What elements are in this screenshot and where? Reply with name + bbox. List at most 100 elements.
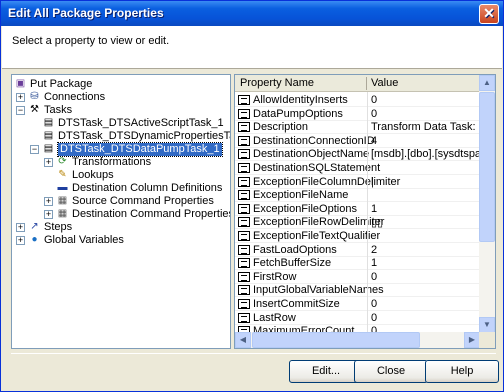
property-row[interactable]: DestinationConnectionID 4	[235, 134, 480, 148]
property-row[interactable]: ExceptionFileTextQualifier	[235, 229, 480, 243]
property-name: Description	[253, 121, 309, 134]
property-name: FirstRow	[253, 270, 297, 283]
property-value[interactable]: 0	[371, 108, 481, 120]
property-row[interactable]: ExceptionFileOptions 1	[235, 202, 480, 216]
horizontal-scrollbar[interactable]: ◀ ▶	[235, 332, 480, 348]
column-header-value[interactable]: Value	[371, 77, 398, 89]
expand-icon[interactable]: +	[16, 223, 25, 232]
column-header-property-name[interactable]: Property Name	[240, 77, 314, 89]
instruction-text: Select a property to view or edit.	[12, 35, 170, 47]
tree-item[interactable]: + ↗ Steps	[12, 221, 230, 234]
tree-item[interactable]: ▣ Put Package	[12, 78, 230, 91]
vertical-scroll-thumb[interactable]	[479, 92, 495, 242]
scroll-left-icon[interactable]: ◀	[235, 332, 251, 348]
property-value[interactable]: ▯▯	[371, 216, 481, 229]
property-row[interactable]: Description Transform Data Task: undef	[235, 120, 481, 135]
tree-item-label: Source Command Properties	[72, 195, 214, 207]
property-icon	[238, 217, 250, 228]
tree-item-label: Transformations	[72, 156, 152, 168]
expand-icon[interactable]: +	[16, 236, 25, 245]
property-row[interactable]: AllowIdentityInserts 0	[235, 93, 480, 107]
expand-icon[interactable]: +	[44, 158, 53, 167]
lookup-icon: ✎	[58, 169, 67, 180]
property-value[interactable]: Transform Data Task: undef	[371, 121, 481, 133]
title-bar[interactable]: Edit All Package Properties ✕	[1, 1, 503, 26]
property-value[interactable]: 1	[371, 257, 481, 269]
property-name: AllowIdentityInserts	[253, 94, 348, 106]
expand-icon[interactable]: +	[44, 197, 53, 206]
property-value[interactable]: 0	[371, 271, 481, 283]
scroll-up-icon[interactable]: ▲	[479, 75, 495, 91]
property-value[interactable]: 4	[371, 135, 481, 147]
property-value[interactable]: 0	[371, 312, 481, 324]
tree-item-label: Connections	[44, 91, 106, 103]
property-row[interactable]: LastRow 0	[235, 311, 480, 325]
property-icon	[238, 95, 250, 105]
property-icon	[238, 176, 250, 187]
tree-item[interactable]: + ● Global Variables	[12, 234, 230, 247]
tree-item[interactable]: − ⚒ Tasks	[12, 104, 230, 117]
property-row[interactable]: InputGlobalVariableNames	[235, 283, 480, 298]
property-value[interactable]: 2	[371, 244, 481, 256]
edit-properties-dialog: Edit All Package Properties ✕ Select a p…	[0, 0, 504, 392]
tree-item[interactable]: ▬ Destination Column Definitions	[12, 182, 230, 195]
edit-button[interactable]: Edit...	[289, 360, 363, 383]
tasks-icon: ⚒	[30, 104, 39, 115]
expand-icon[interactable]: +	[16, 93, 25, 102]
tree-item[interactable]: ▤ DTSTask_DTSActiveScriptTask_1	[12, 117, 230, 130]
property-icon	[238, 231, 250, 241]
property-value[interactable]: 0	[371, 298, 481, 310]
task-icon: ▤	[43, 143, 54, 154]
property-row[interactable]: FetchBufferSize 1	[235, 256, 481, 271]
column-divider[interactable]	[366, 77, 367, 90]
transform-icon: ⟳	[58, 156, 67, 167]
grid-column-divider	[367, 92, 368, 336]
property-value[interactable]: 1	[371, 203, 481, 215]
property-row[interactable]: ExceptionFileName	[235, 188, 480, 203]
package-tree[interactable]: ▣ Put Package + ⛁ Connections − ⚒ Tasks ▤ DTSTask…	[11, 74, 231, 349]
package-icon: ▣	[15, 78, 26, 89]
tree-item[interactable]: − ▤ DTSTask_DTSDataPumpTask_1	[12, 142, 230, 157]
property-name: LastRow	[253, 311, 296, 324]
property-icon	[238, 258, 250, 269]
property-row[interactable]: DestinationSQLStatement	[235, 161, 480, 175]
scroll-right-icon[interactable]: ▶	[464, 332, 480, 348]
tree-item[interactable]: ✎ Lookups	[12, 169, 230, 182]
scroll-down-icon[interactable]: ▼	[479, 317, 495, 333]
expand-icon[interactable]: +	[44, 210, 53, 219]
close-window-button[interactable]: ✕	[479, 4, 499, 24]
tree-item[interactable]: + ▦ Destination Command Properties	[12, 208, 230, 221]
tree-item[interactable]: + ⛁ Connections	[12, 91, 230, 104]
collapse-icon[interactable]: −	[30, 145, 39, 154]
property-name: DestinationSQLStatement	[253, 162, 381, 174]
tree-item-label: DTSTask_DTSDataPumpTask_1	[57, 142, 223, 157]
tree-item[interactable]: + ▦ Source Command Properties	[12, 195, 230, 208]
property-row[interactable]: InsertCommitSize 0	[235, 297, 480, 311]
window-title: Edit All Package Properties	[8, 6, 164, 20]
tree-item-label: Destination Command Properties	[72, 208, 231, 220]
tree-item[interactable]: + ⟳ Transformations	[12, 156, 230, 169]
property-icon	[238, 285, 250, 296]
property-value[interactable]: [msdb].[dbo].[sysdtspackage	[371, 148, 481, 160]
close-icon: ✕	[483, 5, 495, 21]
property-row[interactable]: DataPumpOptions 0	[235, 107, 480, 121]
property-name: DestinationConnectionID	[253, 134, 375, 147]
properties-grid[interactable]: Property Name Value AllowIdentityInserts…	[234, 74, 496, 349]
property-row[interactable]: ExceptionFileRowDelimiter ▯▯	[235, 215, 481, 230]
property-value[interactable]: 0	[371, 94, 481, 106]
horizontal-scroll-thumb[interactable]	[252, 332, 420, 348]
property-row[interactable]: DestinationObjectName [msdb].[dbo].[sysdt…	[235, 147, 481, 162]
tree-item-label: Put Package	[30, 78, 93, 90]
tree-item[interactable]: ▤ DTSTask_DTSDynamicPropertiesTask_1	[12, 130, 230, 143]
help-button[interactable]: Help	[425, 360, 499, 383]
property-name: FastLoadOptions	[253, 243, 337, 256]
property-row[interactable]: FastLoadOptions 2	[235, 243, 480, 257]
vertical-scrollbar[interactable]: ▲ ▼	[479, 75, 495, 333]
close-button[interactable]: Close	[354, 360, 428, 383]
property-row[interactable]: FirstRow 0	[235, 270, 480, 284]
collapse-icon[interactable]: −	[16, 106, 25, 115]
property-value[interactable]: |	[371, 176, 481, 188]
property-name: DestinationObjectName	[253, 148, 370, 161]
property-row[interactable]: ExceptionFileColumnDelimiter |	[235, 175, 480, 189]
property-name: InsertCommitSize	[253, 298, 340, 310]
